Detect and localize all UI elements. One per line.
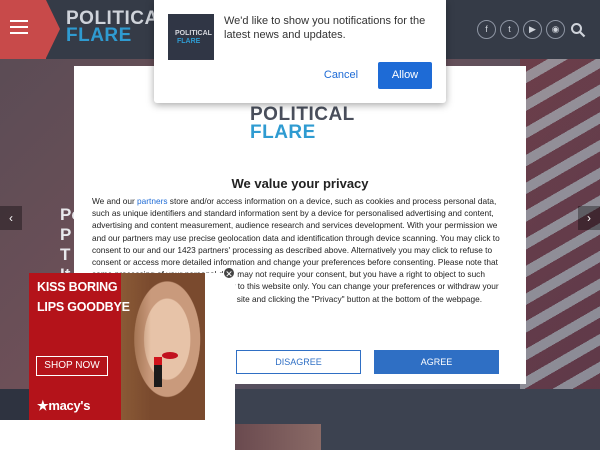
consent-logo: POLITICAL FLARE (250, 105, 355, 143)
article-thumbnail[interactable] (235, 424, 321, 450)
agree-button[interactable]: AGREE (374, 350, 499, 374)
ad-hair-shade (121, 273, 151, 420)
ad-headline-2: LIPS GOODBYE (37, 300, 130, 314)
ad-frame (205, 273, 235, 420)
consent-heading: We value your privacy (231, 176, 369, 191)
content-white-area (0, 420, 235, 450)
consent-body-text-1: We and our (92, 196, 138, 206)
notification-logo-icon: POLITICAL FLARE (168, 14, 214, 60)
consent-logo-line2: FLARE (250, 122, 316, 143)
notification-logo-line1: POLITICAL (175, 30, 212, 37)
slider-next-icon[interactable]: › (578, 206, 600, 230)
search-icon[interactable] (570, 22, 586, 38)
rss-icon[interactable]: ◉ (546, 20, 565, 39)
macys-ad[interactable]: KISS BORING LIPS GOODBYE SHOP NOW ★macy'… (29, 273, 205, 420)
youtube-icon[interactable]: ▶ (523, 20, 542, 39)
menu-button[interactable] (0, 0, 60, 59)
notification-prompt: POLITICAL FLARE We'd like to show you no… (154, 0, 446, 103)
disagree-button[interactable]: DISAGREE (236, 350, 361, 374)
hamburger-icon (10, 20, 28, 34)
ad-headline-1: KISS BORING (37, 280, 118, 294)
notification-allow-button[interactable]: Allow (378, 62, 432, 89)
partners-link[interactable]: partners (137, 196, 167, 206)
notification-logo-line2: FLARE (177, 38, 201, 45)
ad-lips (162, 352, 178, 359)
ad-shop-now-button[interactable]: SHOP NOW (36, 356, 108, 376)
notification-message: We'd like to show you notifications for … (224, 15, 426, 41)
slider-prev-icon[interactable]: ‹ (0, 206, 22, 230)
notification-cancel-button[interactable]: Cancel (312, 62, 370, 88)
ad-close-icon[interactable]: ✕ (223, 267, 235, 279)
facebook-icon[interactable]: f (477, 20, 496, 39)
ad-brand-logo: ★macy's (37, 398, 91, 413)
twitter-icon[interactable]: t (500, 20, 519, 39)
lipstick-icon (154, 357, 162, 387)
